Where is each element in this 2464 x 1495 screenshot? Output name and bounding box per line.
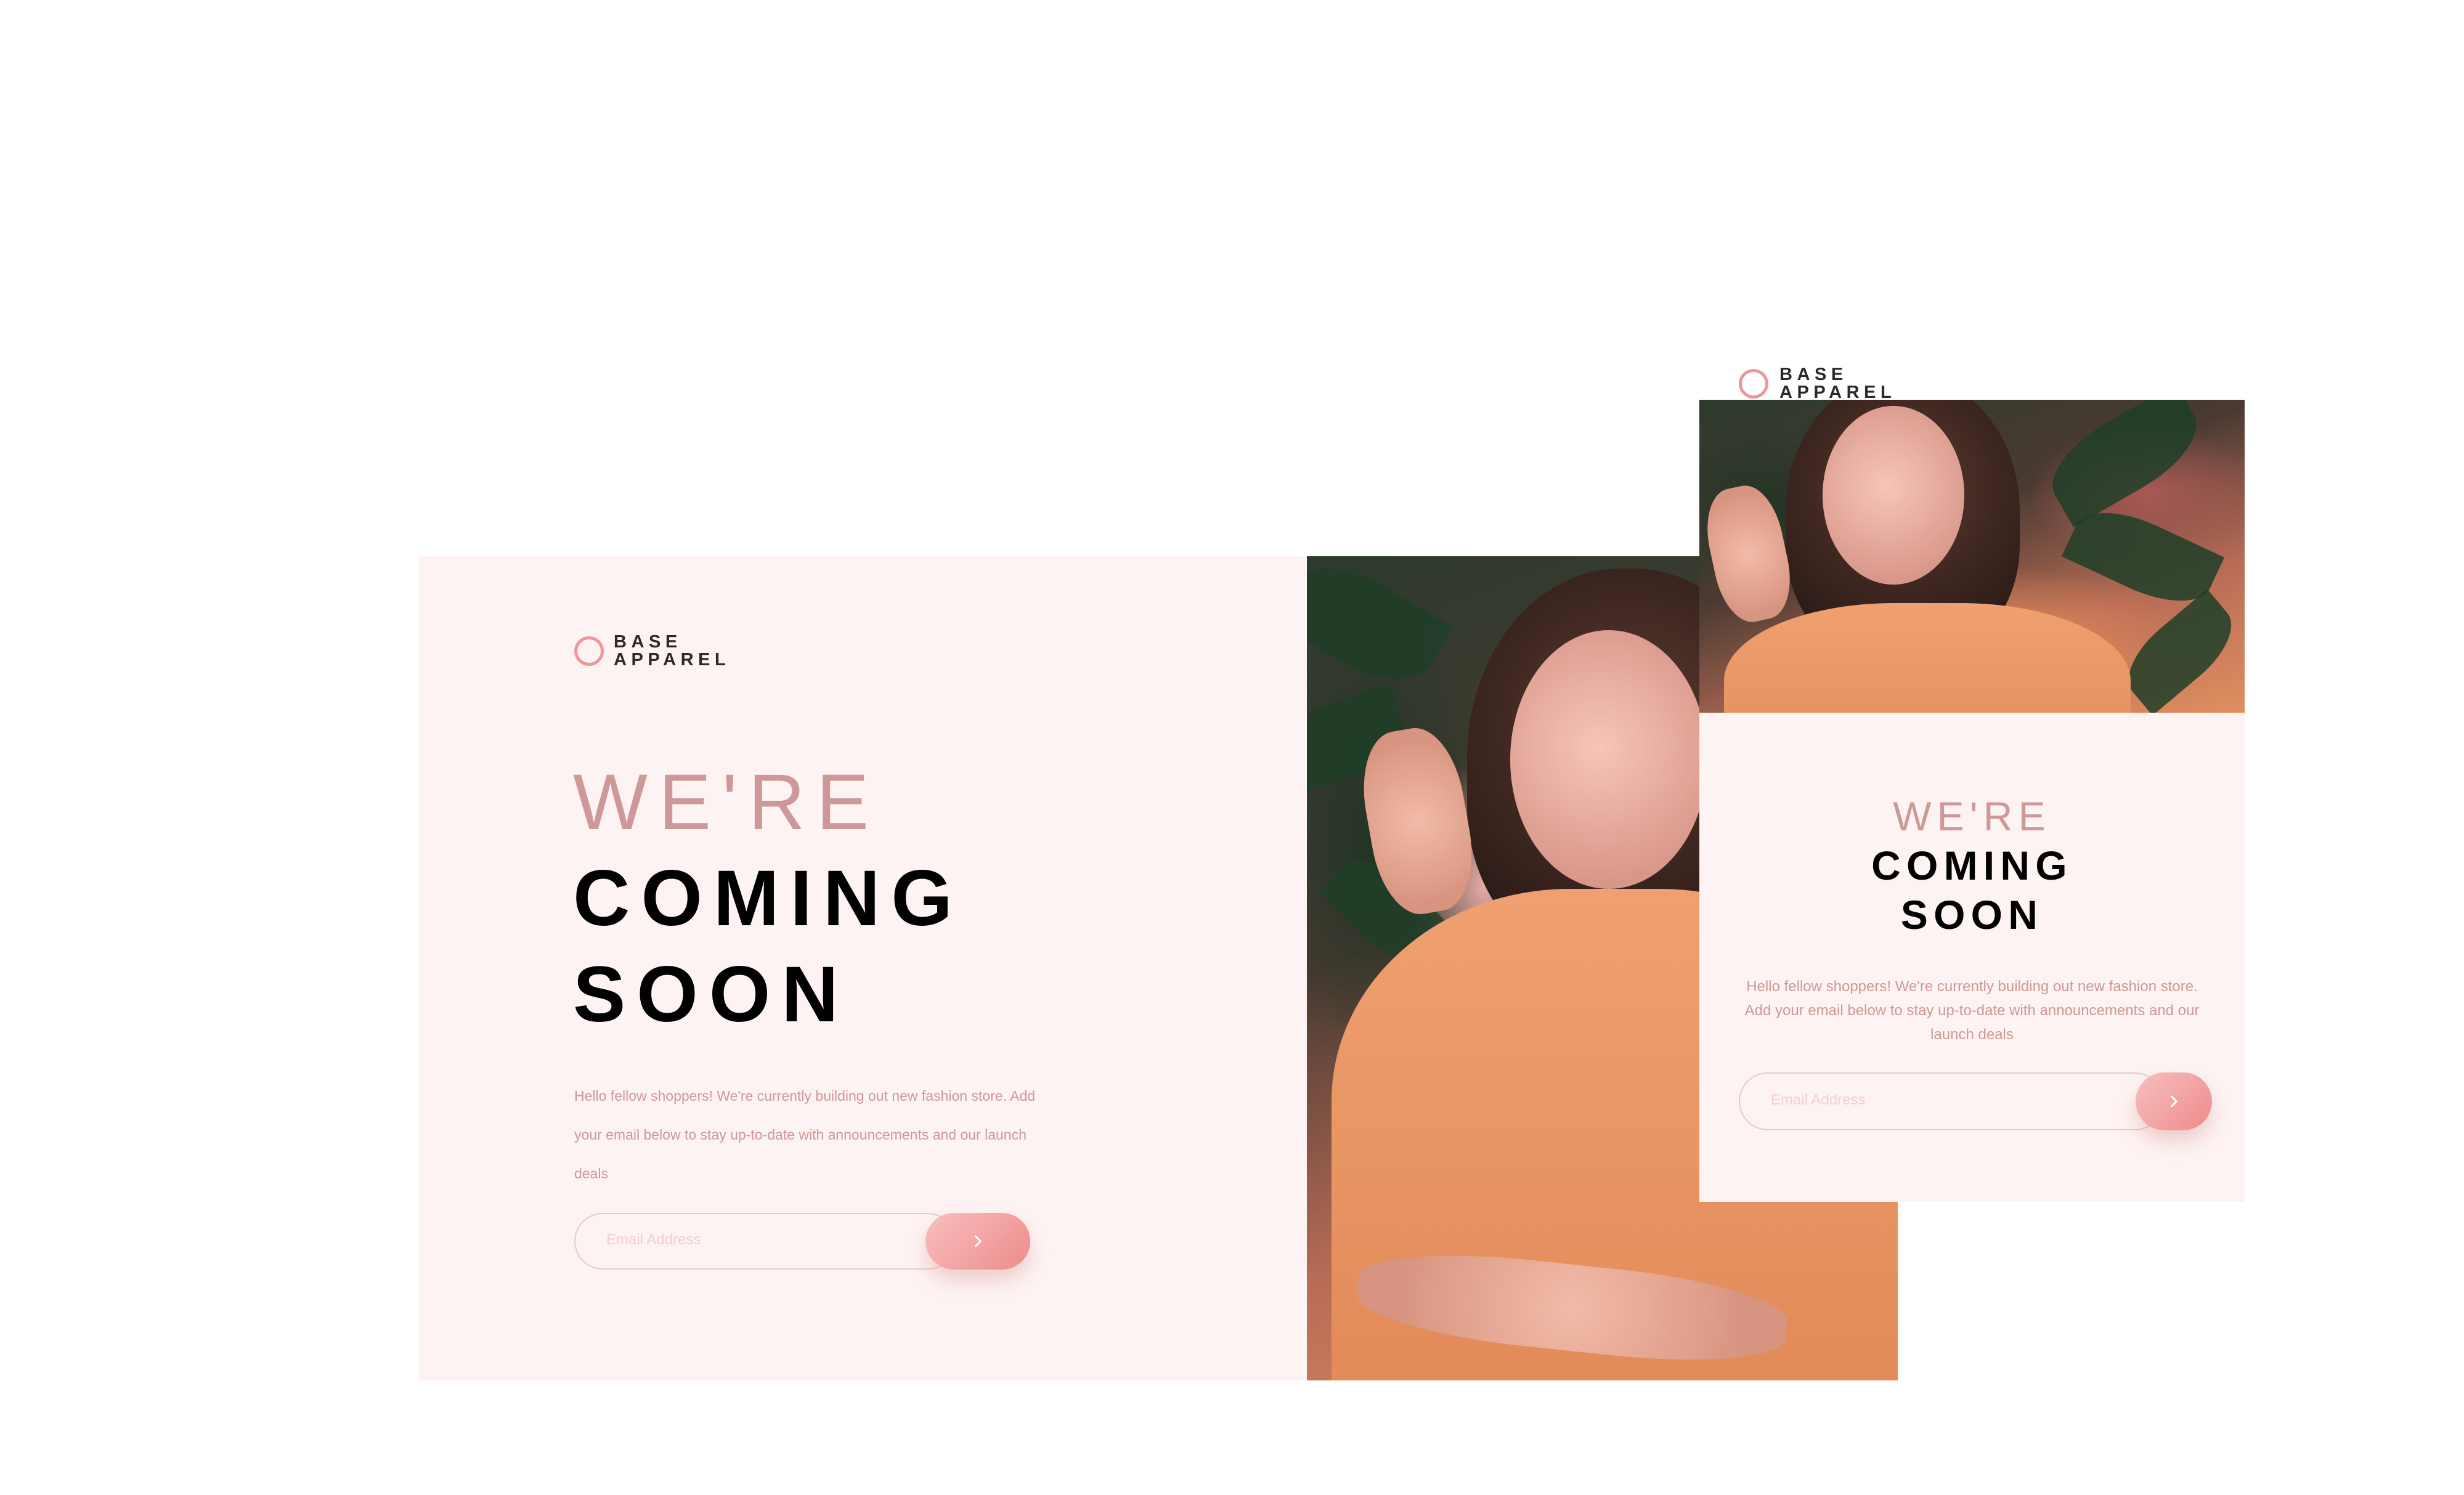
hero-description: Hello fellow shoppers! We're currently b… <box>574 1088 1036 1181</box>
chevron-right-icon <box>2170 1095 2178 1108</box>
hero-headline: WE'RE COMING SOON <box>573 755 964 1043</box>
headline-bold-line-2: SOON <box>573 950 850 1039</box>
headline-light-line: WE'RE <box>573 758 880 846</box>
submit-button[interactable] <box>2136 1072 2212 1130</box>
mobile-hero-photo <box>1699 400 2245 713</box>
mobile-hero-description: Hello fellow shoppers! We're currently b… <box>1744 978 2200 1043</box>
mobile-mockup: BASE APPAREL WE'RE COMING SOON Hello fel… <box>1699 357 2245 1202</box>
brand-logo[interactable]: BASE APPAREL <box>574 633 730 669</box>
mobile-brand-logo[interactable]: BASE APPAREL <box>1739 366 1896 402</box>
submit-button[interactable] <box>925 1213 1030 1270</box>
model-photo-image <box>1699 400 2245 713</box>
email-placeholder: Email Address <box>606 1231 701 1248</box>
email-placeholder: Email Address <box>1771 1092 1866 1108</box>
headline-bold-line-1: COMING <box>1871 843 2073 888</box>
logo-circle-icon <box>574 636 604 666</box>
mobile-hero-headline: WE'RE COMING SOON <box>1699 792 2245 939</box>
mobile-email-signup-form: Email Address <box>1739 1072 2212 1130</box>
logo-circle-icon <box>1739 369 1768 399</box>
headline-bold-line-2: SOON <box>1900 892 2044 938</box>
logo-wordmark: BASE APPAREL <box>614 632 731 670</box>
chevron-right-icon <box>974 1235 982 1247</box>
email-signup-form: Email Address <box>574 1213 1030 1270</box>
design-preview-canvas: BASE APPAREL WE'RE COMING SOON Hello fel… <box>0 0 2464 1495</box>
headline-bold-line-1: COMING <box>573 854 964 942</box>
desktop-content-panel: BASE APPAREL WE'RE COMING SOON Hello fel… <box>419 556 1307 1380</box>
headline-light-line: WE'RE <box>1893 793 2051 839</box>
logo-wordmark: BASE APPAREL <box>1779 365 1897 402</box>
mobile-content-panel: WE'RE COMING SOON Hello fellow shoppers!… <box>1699 713 2245 1202</box>
desktop-mockup: BASE APPAREL WE'RE COMING SOON Hello fel… <box>419 556 1898 1380</box>
